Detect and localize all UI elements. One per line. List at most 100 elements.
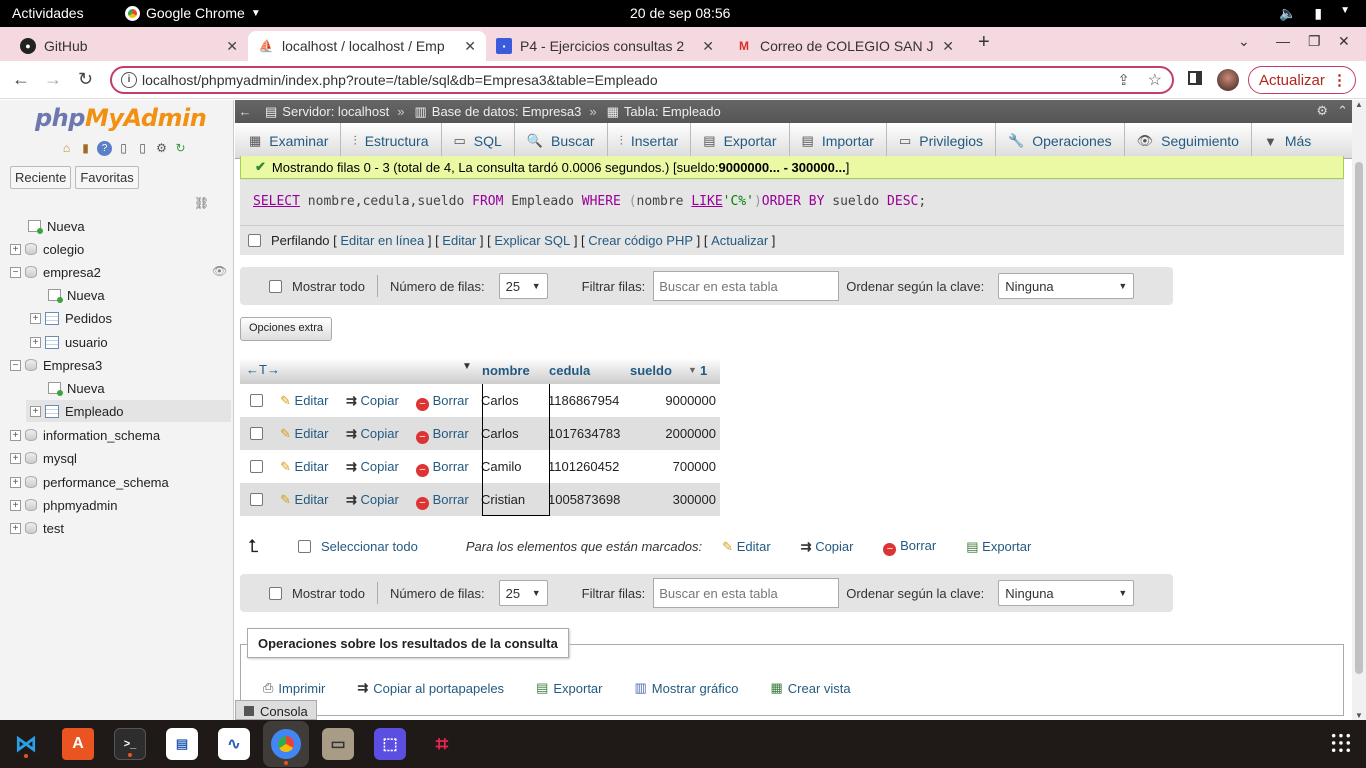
column-resize-icon[interactable]: ←T→: [246, 362, 280, 377]
docs-icon[interactable]: ▯: [116, 141, 131, 156]
show-chart-button[interactable]: ▥ Mostrar gráfico: [635, 680, 739, 696]
column-header-sueldo[interactable]: sueldo: [630, 363, 672, 378]
tree-item-table[interactable]: + usuario: [30, 331, 108, 353]
console-toggle[interactable]: Consola: [235, 700, 317, 720]
home-icon[interactable]: ⌂: [59, 141, 74, 156]
expand-icon[interactable]: +: [30, 312, 41, 324]
show-apps-icon[interactable]: [1330, 732, 1352, 754]
row-delete-link[interactable]: − Borrar: [416, 426, 469, 444]
tree-item-table[interactable]: + Pedidos: [30, 307, 112, 329]
create-php-link[interactable]: Crear código PHP: [588, 233, 693, 248]
filter-input[interactable]: Buscar en esta tabla: [653, 271, 840, 301]
cell-sueldo[interactable]: 300000: [673, 492, 716, 507]
show-all-checkbox[interactable]: [269, 279, 282, 293]
tab-structure[interactable]: ⫶ Estructura: [341, 123, 442, 159]
gear-icon[interactable]: ⚙: [154, 141, 169, 156]
tab-operations[interactable]: 🔧 Operaciones: [996, 123, 1125, 159]
bulk-copy-button[interactable]: ⇉ Copiar: [801, 539, 854, 555]
export-button[interactable]: ▤ Exportar: [536, 680, 602, 696]
row-checkbox[interactable]: [250, 427, 263, 440]
tree-item-new[interactable]: Nueva: [48, 377, 105, 399]
print-button[interactable]: ⎙ Imprimir: [263, 680, 325, 696]
clock[interactable]: 20 de sep 08:56: [630, 5, 730, 21]
help-icon[interactable]: ?: [97, 141, 112, 156]
tree-item-db[interactable]: + colegio: [10, 238, 84, 260]
page-icon[interactable]: ▯: [135, 141, 150, 156]
expand-icon[interactable]: +: [10, 452, 21, 464]
reload-icon[interactable]: ↻: [173, 141, 188, 156]
show-all-checkbox[interactable]: [269, 586, 282, 600]
collapse-icon[interactable]: −: [10, 359, 21, 371]
new-tab-icon[interactable]: +: [978, 31, 990, 54]
tree-item-db[interactable]: + test: [10, 517, 64, 539]
row-copy-link[interactable]: ⇉ Copiar: [346, 459, 399, 475]
sort-options-icon[interactable]: ▼: [462, 361, 472, 372]
cell-nombre[interactable]: Carlos: [481, 393, 519, 408]
explain-sql-link[interactable]: Explicar SQL: [494, 233, 570, 248]
tab-tracking[interactable]: 👁 Seguimiento: [1125, 123, 1252, 159]
row-copy-link[interactable]: ⇉ Copiar: [346, 393, 399, 409]
favorites-button[interactable]: Favoritas: [75, 166, 139, 189]
expand-icon[interactable]: +: [30, 336, 41, 348]
tab-slides[interactable]: ▪ P4 - Ejercicios consultas 2 ✕: [486, 31, 724, 61]
scroll-up-icon[interactable]: ▲: [1355, 100, 1363, 109]
cell-sueldo[interactable]: 9000000: [665, 393, 716, 408]
bulk-delete-button[interactable]: − Borrar: [883, 538, 936, 556]
screenshot-icon[interactable]: ⬚: [374, 728, 406, 760]
breadcrumb-server[interactable]: ▤ Servidor: localhost: [265, 104, 389, 120]
scroll-down-icon[interactable]: ▼: [1355, 711, 1363, 720]
expand-icon[interactable]: +: [30, 405, 41, 417]
chrome-icon[interactable]: [263, 721, 309, 767]
crop-icon[interactable]: ⌗: [426, 728, 458, 760]
tab-github[interactable]: ● GitHub ✕: [10, 31, 248, 61]
cell-sueldo[interactable]: 700000: [673, 459, 716, 474]
tab-browse[interactable]: ▦ Examinar: [235, 123, 342, 159]
app-menu[interactable]: Google Chrome ▼: [125, 5, 261, 21]
select-all-checkbox[interactable]: [298, 540, 311, 553]
avatar[interactable]: [1217, 69, 1239, 91]
forward-icon[interactable]: →: [44, 69, 62, 90]
copy-clipboard-button[interactable]: ⇉ Copiar al portapapeles: [357, 680, 504, 696]
row-edit-link[interactable]: ✎ Editar: [280, 459, 329, 475]
activities-button[interactable]: Actividades: [12, 5, 84, 21]
tree-item-table-selected[interactable]: + Empleado: [26, 400, 231, 422]
tab-search-icon[interactable]: ⌄: [1238, 33, 1250, 50]
share-icon[interactable]: ⇪: [1117, 71, 1130, 89]
cell-cedula[interactable]: 1005873698: [548, 492, 620, 507]
collapse-icon[interactable]: −: [10, 266, 21, 278]
tab-privileges[interactable]: ▭ Privilegios: [887, 123, 997, 159]
scrollbar-thumb[interactable]: [1355, 162, 1363, 674]
cell-sueldo[interactable]: 2000000: [665, 426, 716, 441]
gear-icon[interactable]: ⚙: [1316, 103, 1328, 119]
expand-icon[interactable]: +: [10, 476, 21, 488]
maximize-icon[interactable]: ❐: [1308, 33, 1321, 50]
system-tray[interactable]: 🔈 ▮ ▼: [1279, 5, 1350, 22]
row-copy-link[interactable]: ⇉ Copiar: [346, 492, 399, 508]
writer-icon[interactable]: ▤: [166, 728, 198, 760]
cell-cedula[interactable]: 1186867954: [548, 393, 619, 408]
link-icon[interactable]: ⛓: [194, 196, 209, 210]
tab-sql[interactable]: ▭ SQL: [442, 123, 515, 159]
logout-icon[interactable]: ▮: [78, 141, 93, 156]
tab-insert[interactable]: ⫶ Insertar: [608, 123, 692, 159]
refresh-link[interactable]: Actualizar: [711, 233, 768, 248]
edit-inline-link[interactable]: Editar en línea: [340, 233, 424, 248]
software-center-icon[interactable]: A: [62, 728, 94, 760]
cell-cedula[interactable]: 1101260452: [548, 459, 619, 474]
close-icon[interactable]: ✕: [942, 38, 954, 55]
tab-export[interactable]: ▤ Exportar: [691, 123, 790, 159]
cell-nombre[interactable]: Cristian: [481, 492, 525, 507]
address-bar[interactable]: i localhost/phpmyadmin/index.php?route=/…: [110, 66, 1174, 94]
row-copy-link[interactable]: ⇉ Copiar: [346, 426, 399, 442]
cell-cedula[interactable]: 1017634783: [548, 426, 620, 441]
cell-nombre[interactable]: Carlos: [481, 426, 519, 441]
row-checkbox[interactable]: [250, 460, 263, 473]
expand-icon[interactable]: +: [10, 429, 21, 441]
pma-logo[interactable]: phpMyAdmin: [35, 104, 207, 132]
bookmark-star-icon[interactable]: ☆: [1148, 70, 1162, 90]
update-button[interactable]: Actualizar ⋮: [1248, 66, 1356, 94]
tab-phpmyadmin[interactable]: ⛵ localhost / localhost / Emp ✕: [248, 31, 486, 61]
back-icon[interactable]: ←: [12, 69, 30, 90]
row-delete-link[interactable]: − Borrar: [416, 393, 469, 411]
rows-select[interactable]: 25 ▼: [498, 580, 548, 606]
